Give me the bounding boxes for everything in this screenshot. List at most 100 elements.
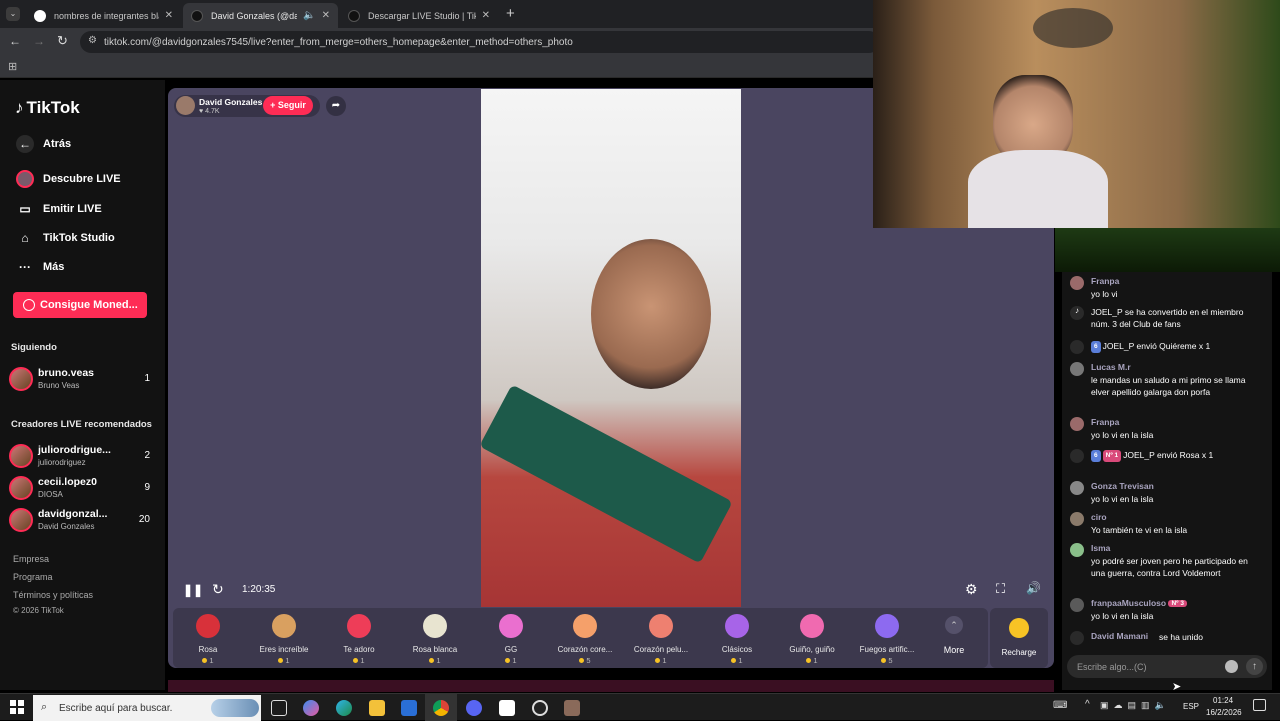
gifts-more-button[interactable]: ⌃ More: [938, 616, 970, 655]
gift-item[interactable]: Rosa blanca 1: [400, 612, 470, 668]
chat-message: David Mamani se ha unido: [1070, 631, 1266, 645]
taskbar-search[interactable]: ⌕ Escribe aquí para buscar.: [33, 695, 261, 721]
host-avatar[interactable]: [176, 96, 195, 115]
follow-button[interactable]: + Seguir: [263, 96, 313, 115]
send-icon[interactable]: ↑: [1246, 658, 1263, 675]
gift-item[interactable]: GG 1: [476, 612, 546, 668]
share-icon[interactable]: ➦: [326, 96, 346, 116]
tab-search-icon[interactable]: ⌄: [6, 7, 20, 21]
avatar: [1070, 512, 1084, 526]
address-bar[interactable]: ⚙ tiktok.com/@davidgonzales7545/live?ent…: [80, 31, 880, 53]
tab-1[interactable]: nombres de integrantes black p ✕: [26, 3, 181, 28]
tab-3[interactable]: Descargar LIVE Studio | TikTok ✕: [340, 3, 498, 28]
footer-link[interactable]: Términos y políticas: [13, 590, 93, 600]
tray-icons[interactable]: ▣☁▤▥🔈: [1100, 700, 1171, 711]
chat-message: franpaaMusculoso Nº 3 yo lo vi en la isla: [1070, 598, 1266, 624]
get-coins-button[interactable]: Consigue Moned...: [13, 292, 147, 318]
language-indicator[interactable]: ESP: [1183, 702, 1199, 711]
close-tab-icon[interactable]: ✕: [322, 10, 330, 21]
avatar: [9, 367, 33, 391]
site-info-icon[interactable]: ⚙: [88, 35, 97, 46]
tiktok-logo[interactable]: ♪ TikTok: [15, 98, 80, 118]
chat-message: Gonza Trevisan yo lo vi en la isla: [1070, 481, 1266, 507]
task-view-icon[interactable]: [271, 700, 287, 716]
fullscreen-icon[interactable]: ⛶: [996, 581, 1005, 597]
recommended-item[interactable]: cecii.lopez0 DIOSA 9: [9, 474, 154, 502]
gift-item[interactable]: Clásicos 1: [702, 612, 772, 668]
capcut-icon[interactable]: [499, 700, 515, 716]
avatar: [1070, 276, 1084, 290]
obs-icon[interactable]: [532, 700, 548, 716]
close-tab-icon[interactable]: ✕: [165, 10, 173, 21]
forward-icon[interactable]: →: [33, 34, 45, 48]
chrome-icon[interactable]: [433, 700, 449, 716]
gift-item[interactable]: Guiño, guiño 1: [777, 612, 847, 668]
tab-title: Descargar LIVE Studio | TikTok: [368, 10, 476, 21]
gift-icon: [423, 614, 447, 638]
fan-badge: Nº 3: [1168, 600, 1187, 607]
search-highlight-image: [211, 699, 259, 717]
webcam-overlay: [873, 0, 1280, 228]
gift-icon: [573, 614, 597, 638]
reload-icon[interactable]: ↻: [57, 33, 68, 49]
speaker-icon[interactable]: 🔈: [303, 10, 315, 21]
gift-item[interactable]: Corazón core... 5: [550, 612, 620, 668]
join-icon: [1070, 631, 1084, 645]
footer-link[interactable]: Empresa: [13, 554, 49, 564]
chevron-up-icon: ⌃: [945, 616, 963, 634]
host-name[interactable]: David Gonzales: [199, 97, 262, 107]
footer-link[interactable]: Programa: [13, 572, 53, 582]
file-explorer-icon[interactable]: [369, 700, 385, 716]
gift-item[interactable]: Te adoro 1: [324, 612, 394, 668]
chat-input[interactable]: Escribe algo...(C) ↑: [1067, 655, 1267, 678]
chat-message: 6 JOEL_P envió Quiéreme x 1: [1070, 340, 1266, 354]
emoji-icon[interactable]: [1225, 660, 1238, 673]
gift-item[interactable]: Corazón pelu... 1: [626, 612, 696, 668]
back-button[interactable]: ← Atrás: [16, 135, 71, 153]
recommended-item[interactable]: juliorodrigue... juliorodriguez 2: [9, 442, 154, 470]
refresh-icon[interactable]: ↻: [212, 581, 224, 598]
keyboard-icon[interactable]: ⌨: [1053, 700, 1067, 711]
discord-icon[interactable]: [466, 700, 482, 716]
settings-icon[interactable]: ⚙: [965, 581, 978, 598]
fan-badge: Nº 1: [1102, 450, 1122, 462]
streamer-figure: [591, 239, 711, 389]
nav-go-live[interactable]: ▭ Emitir LIVE: [16, 200, 101, 218]
nav-discover-live[interactable]: Descubre LIVE: [16, 170, 121, 188]
recommended-item[interactable]: davidgonzal... David Gonzales 20: [9, 506, 154, 534]
gift-bar: Rosa 1 Eres increíble 1 Te adoro 1 Rosa bla…: [173, 608, 988, 668]
clock-time[interactable]: 01:24: [1213, 696, 1233, 705]
pause-icon[interactable]: ❚❚: [183, 583, 203, 597]
tray-chevron-icon[interactable]: ^: [1085, 699, 1090, 710]
tab-2[interactable]: David Gonzales (@davidgo 🔈 ✕: [183, 3, 338, 28]
search-icon: ⌕: [41, 701, 48, 713]
apps-icon[interactable]: ⊞: [8, 60, 17, 73]
live-video[interactable]: [479, 89, 741, 607]
avatar: [1070, 543, 1084, 557]
avatar: [1070, 481, 1084, 495]
back-icon[interactable]: ←: [9, 34, 21, 48]
gift-icon: [196, 614, 220, 638]
windows-start-icon[interactable]: [10, 700, 24, 714]
volume-icon[interactable]: 🔊: [1026, 581, 1041, 595]
app-avatar-icon[interactable]: [564, 700, 580, 716]
close-tab-icon[interactable]: ✕: [482, 10, 490, 21]
edge-icon[interactable]: [336, 700, 352, 716]
copilot-icon[interactable]: [303, 700, 319, 716]
nav-tiktok-studio[interactable]: ⌂ TikTok Studio: [16, 229, 114, 247]
chat-message: 6 Nº 1 JOEL_P envió Rosa x 1: [1070, 449, 1266, 475]
live-avatar-icon: [16, 170, 34, 188]
mail-icon[interactable]: [401, 700, 417, 716]
gift-item[interactable]: Rosa 1: [173, 612, 243, 668]
avatar: [1070, 362, 1084, 376]
nav-more[interactable]: ··· Más: [16, 258, 64, 276]
notifications-icon[interactable]: [1253, 699, 1266, 711]
new-tab-button[interactable]: +: [506, 5, 515, 22]
gift-icon: [875, 614, 899, 638]
google-icon: [34, 9, 46, 22]
following-item[interactable]: bruno.veas Bruno Veas 1: [9, 365, 154, 393]
gift-item[interactable]: Eres increíble 1: [249, 612, 319, 668]
gift-item[interactable]: Fuegos artific... 5: [852, 612, 922, 668]
clock-date[interactable]: 16/2/2026: [1206, 708, 1242, 717]
recharge-button[interactable]: Recharge: [990, 608, 1048, 668]
